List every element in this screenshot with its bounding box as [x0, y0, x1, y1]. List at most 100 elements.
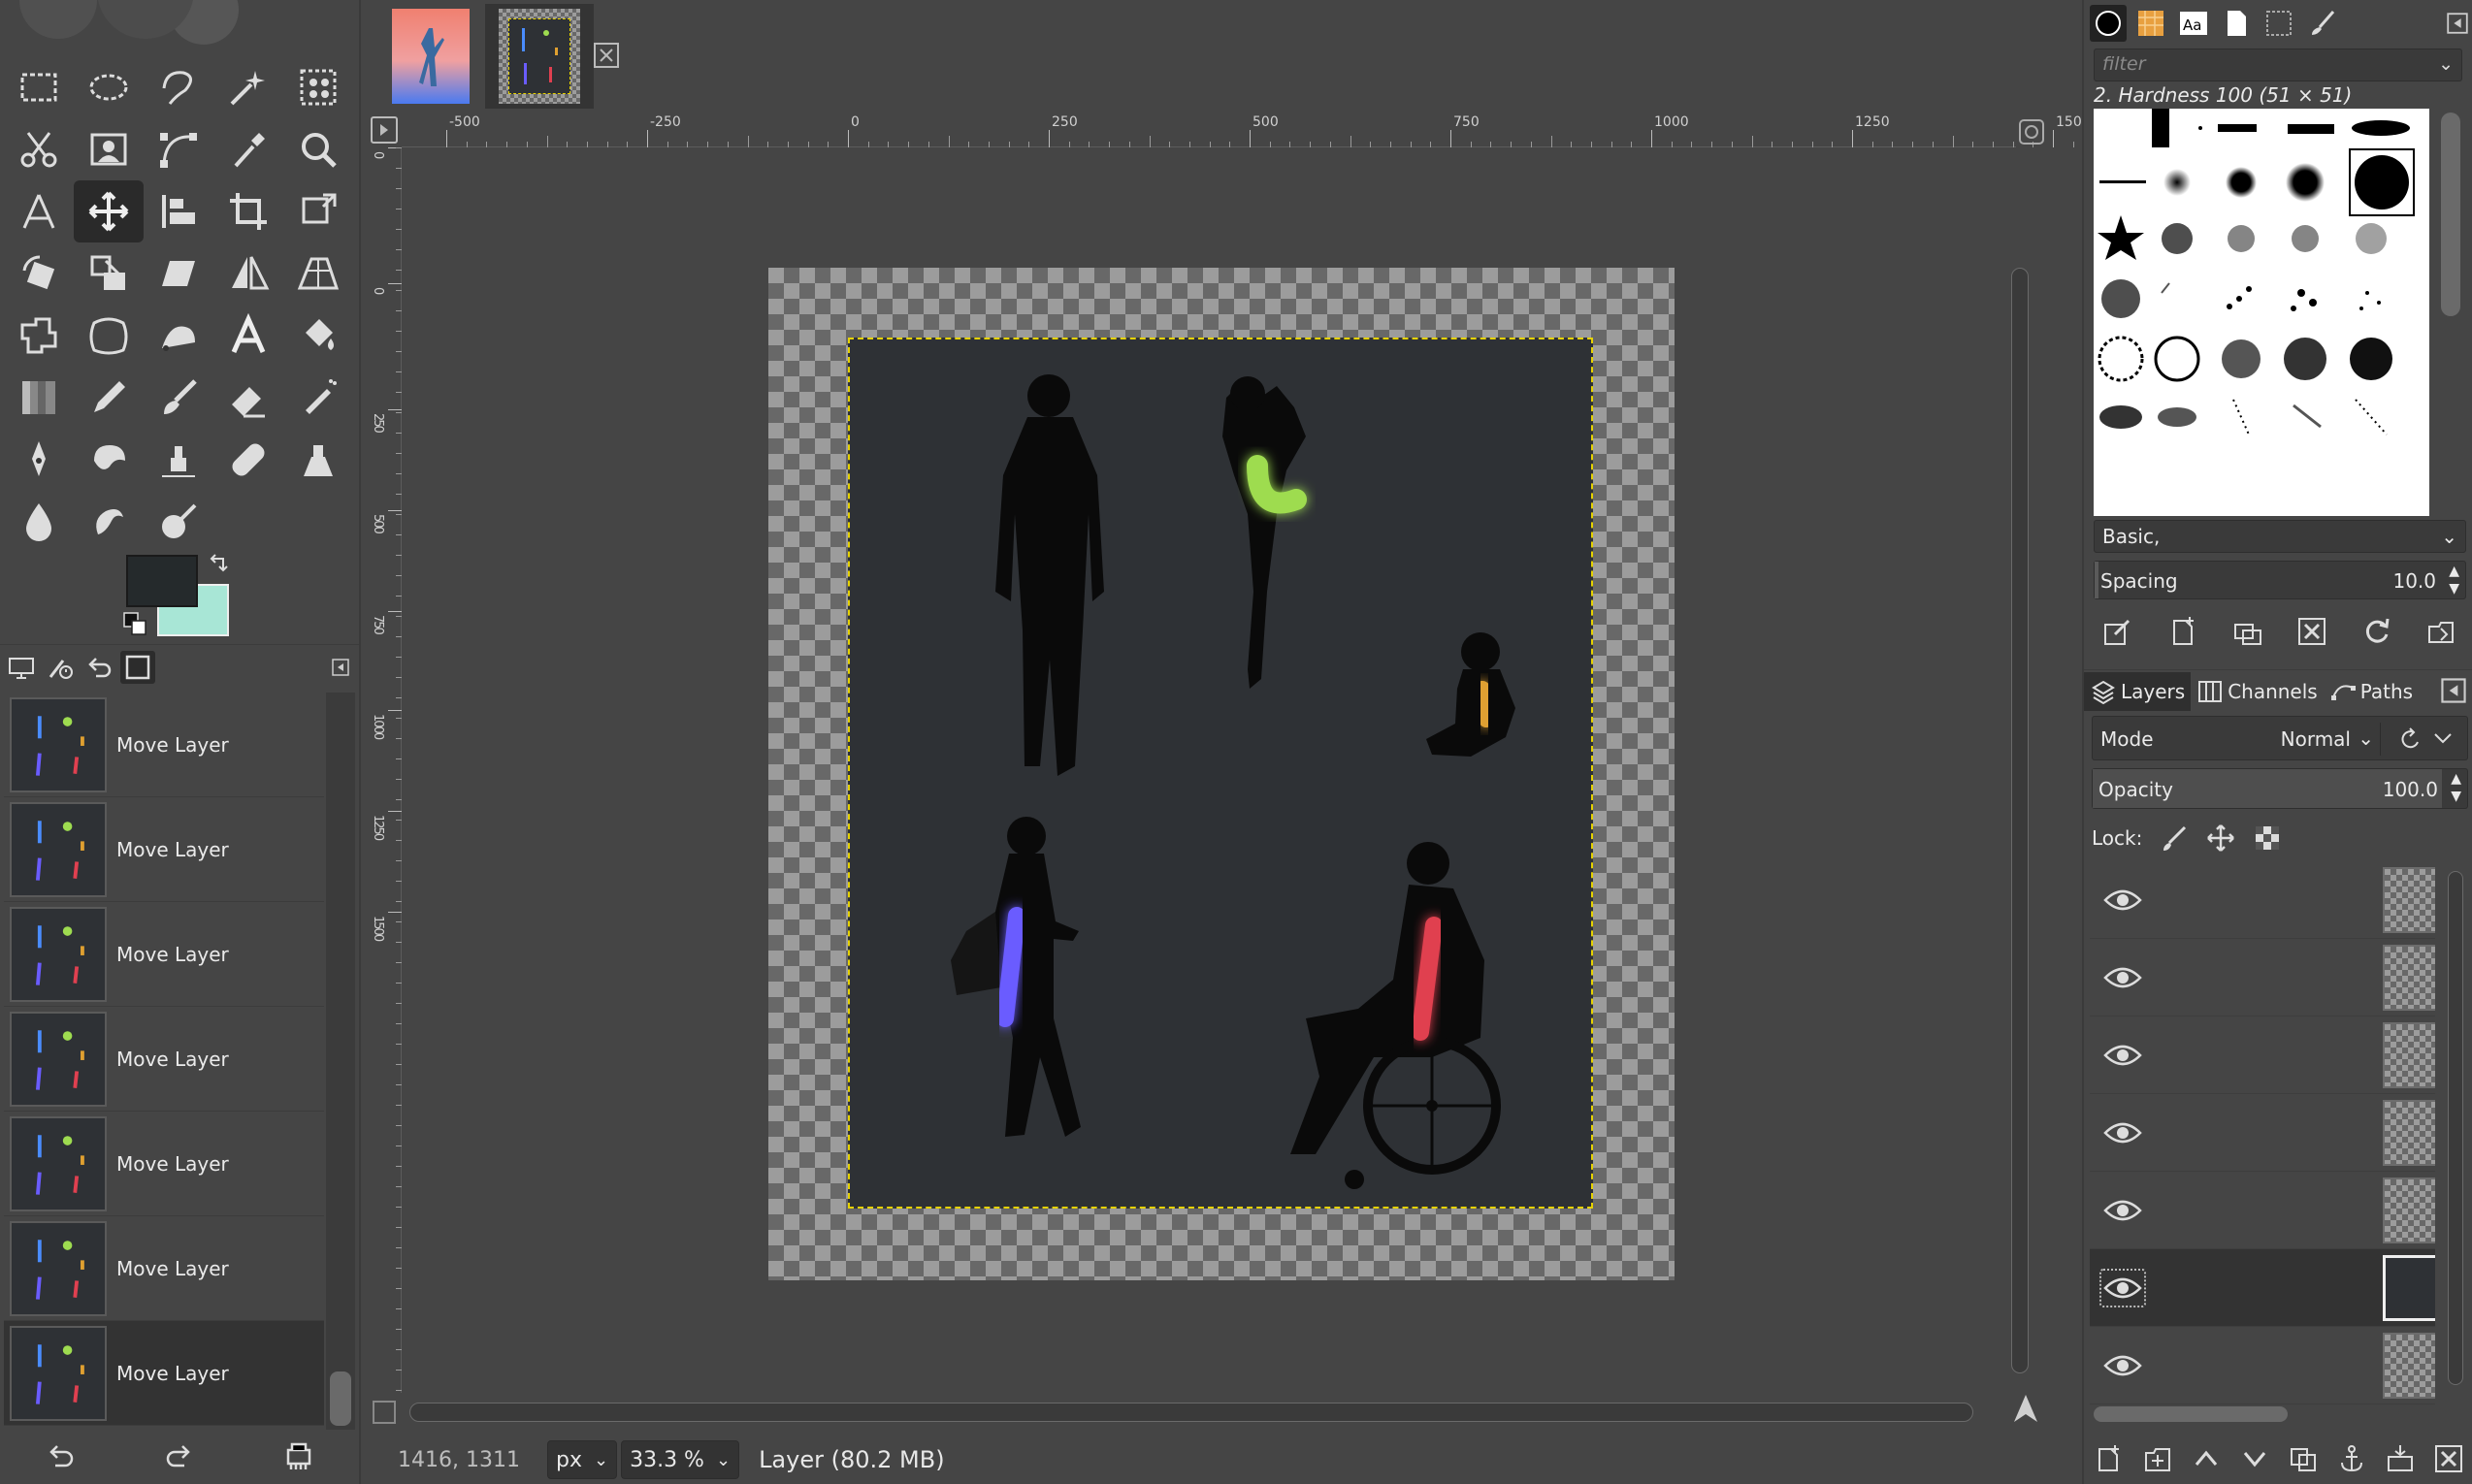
color-picker-tool[interactable]	[213, 118, 283, 180]
brush-grid[interactable]	[2094, 109, 2429, 516]
rect-select-tool[interactable]	[4, 56, 74, 118]
tab-undo-history[interactable]	[81, 651, 116, 684]
layers-horizontal-scrollbar[interactable]	[2092, 1404, 2437, 1424]
tab-patterns[interactable]	[2132, 5, 2169, 42]
fuzzy-select-tool[interactable]	[213, 56, 283, 118]
history-item[interactable]: Move Layer	[4, 1216, 324, 1321]
canvas-horizontal-scrollbar-thumb[interactable]	[409, 1403, 1973, 1422]
canvas-vertical-scrollbar[interactable]	[2006, 151, 2033, 1397]
history-item[interactable]: Move Layer	[4, 902, 324, 1007]
align-tool[interactable]	[144, 180, 213, 242]
warp-transform-tool[interactable]	[74, 305, 144, 367]
history-item[interactable]: Move Layer	[4, 693, 324, 797]
visibility-toggle[interactable]	[2099, 1346, 2146, 1385]
menu-corner-button[interactable]	[371, 116, 398, 144]
dock-menu-icon[interactable]	[332, 659, 349, 676]
dodge-burn-tool[interactable]	[144, 491, 213, 553]
foreground-select-tool[interactable]	[74, 118, 144, 180]
image-tab-dancer-photo[interactable]	[376, 4, 485, 109]
layer-row[interactable]: standing man.s	[2090, 861, 2435, 939]
scale-tool[interactable]	[74, 242, 144, 305]
visibility-toggle[interactable]	[2099, 881, 2146, 919]
history-scrollbar-thumb[interactable]	[330, 1371, 351, 1426]
paths-tool[interactable]	[144, 118, 213, 180]
visibility-toggle[interactable]	[2099, 1036, 2146, 1075]
cage-transform-tool[interactable]	[4, 305, 74, 367]
horizontal-ruler[interactable]: -500-25002505007501000125015001750	[402, 113, 2436, 147]
tab-layers[interactable]: Layers	[2084, 671, 2192, 711]
rotate-tool[interactable]	[4, 242, 74, 305]
layer-row[interactable]: Layer	[2090, 1249, 2435, 1327]
bucket-fill-tool[interactable]	[283, 305, 353, 367]
free-select-tool[interactable]	[144, 56, 213, 118]
layer-row[interactable]: walking-woma	[2090, 1172, 2435, 1249]
chevron-down-icon[interactable]: ⌄	[2358, 726, 2374, 750]
spin-up-icon[interactable]: ▲	[2451, 771, 2461, 787]
dock-menu-icon[interactable]	[2441, 678, 2466, 703]
ellipse-select-tool[interactable]	[74, 56, 144, 118]
tab-images[interactable]	[120, 651, 155, 684]
layer-row[interactable]: Background	[2090, 1327, 2435, 1404]
tab-paint-dynamics[interactable]	[2303, 5, 2340, 42]
delete-brush-icon[interactable]	[2295, 615, 2328, 648]
swap-colors-icon[interactable]	[208, 553, 231, 576]
composite-mode-button[interactable]	[2380, 723, 2463, 756]
layers-horizontal-scrollbar-thumb[interactable]	[2094, 1406, 2288, 1422]
new-layer-icon[interactable]	[2094, 1443, 2125, 1474]
lock-pixels-icon[interactable]	[2160, 823, 2189, 853]
scissors-select-tool[interactable]	[4, 118, 74, 180]
image-tab-composite[interactable]	[485, 4, 594, 109]
tab-devices[interactable]	[4, 651, 39, 684]
brush-filter-input[interactable]: filter ⌄	[2094, 48, 2462, 81]
brush-tag-select[interactable]: Basic, ⌄	[2094, 520, 2466, 553]
tab-tool-options[interactable]	[43, 651, 78, 684]
unified-transform-tool[interactable]	[283, 180, 353, 242]
navigate-icon[interactable]	[2008, 1391, 2043, 1426]
perspective-tool[interactable]	[283, 242, 353, 305]
merge-layer-icon[interactable]	[2385, 1443, 2416, 1474]
visibility-toggle[interactable]	[2099, 1113, 2146, 1152]
canvas-vertical-scrollbar-thumb[interactable]	[2011, 268, 2029, 1373]
layer-opacity-slider[interactable]: Opacity 100.0 ▲ ▼	[2092, 768, 2468, 809]
tab-paths[interactable]: Paths	[2324, 672, 2419, 711]
ink-tool[interactable]	[4, 429, 74, 491]
brush-grid-scrollbar[interactable]	[2435, 109, 2466, 516]
spin-down-icon[interactable]: ▼	[2449, 581, 2459, 597]
visibility-toggle[interactable]	[2099, 1191, 2146, 1230]
history-scrollbar[interactable]	[326, 693, 355, 1430]
crop-tool[interactable]	[213, 180, 283, 242]
vertical-ruler[interactable]: 0 0 250 500 750 1000 1250 1500	[367, 147, 402, 1393]
clear-history-icon[interactable]	[282, 1440, 315, 1473]
edit-brush-icon[interactable]	[2101, 615, 2134, 648]
foreground-color-swatch[interactable]	[126, 555, 198, 607]
history-item[interactable]: Move Layer	[4, 797, 324, 902]
layer-row[interactable]: dancer.png	[2090, 1094, 2435, 1172]
layer-row[interactable]: man in wheelch	[2090, 939, 2435, 1016]
quick-mask-toggle[interactable]	[373, 1401, 396, 1424]
unit-select[interactable]: px ⌄	[547, 1440, 618, 1479]
new-layer-group-icon[interactable]	[2142, 1443, 2173, 1474]
dock-menu-icon[interactable]	[2447, 13, 2468, 34]
image-canvas[interactable]	[768, 268, 1675, 1280]
zoom-follow-icon[interactable]	[2018, 118, 2045, 145]
redo-icon[interactable]	[163, 1440, 196, 1473]
smudge-tool[interactable]	[74, 491, 144, 553]
lock-alpha-icon[interactable]	[2253, 823, 2282, 853]
shear-tool[interactable]	[144, 242, 213, 305]
new-brush-icon[interactable]	[2166, 615, 2199, 648]
visibility-toggle[interactable]	[2099, 1268, 2146, 1307]
heal-tool[interactable]	[213, 429, 283, 491]
delete-layer-icon[interactable]	[2433, 1443, 2464, 1474]
mypaint-brush-tool[interactable]	[74, 429, 144, 491]
chevron-down-icon[interactable]: ⌄	[2438, 53, 2454, 75]
select-by-color-tool[interactable]	[283, 56, 353, 118]
measure-tool[interactable]	[4, 180, 74, 242]
lock-position-icon[interactable]	[2206, 823, 2235, 853]
clone-tool[interactable]	[144, 429, 213, 491]
visibility-toggle[interactable]	[2099, 958, 2146, 997]
move-tool[interactable]	[74, 180, 144, 242]
zoom-tool[interactable]	[283, 118, 353, 180]
spin-down-icon[interactable]: ▼	[2451, 789, 2461, 804]
spin-up-icon[interactable]: ▲	[2449, 564, 2459, 579]
history-item[interactable]: Move Layer	[4, 1112, 324, 1216]
